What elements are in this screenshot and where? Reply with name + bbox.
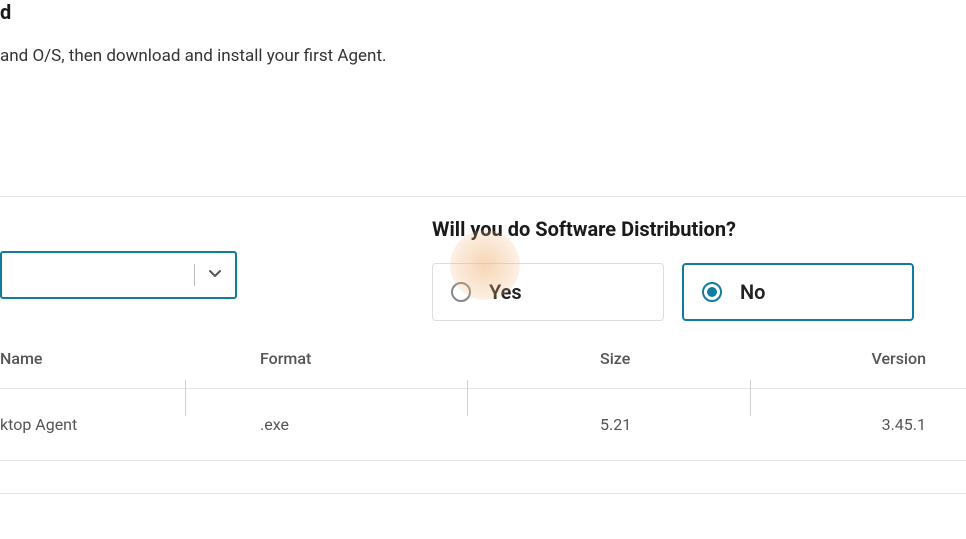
table-cell-divider [185,380,186,416]
table-cell-divider [750,380,751,416]
chevron-down-icon [207,265,223,285]
page-subtitle: and O/S, then download and install your … [0,46,966,66]
select-separator [194,264,195,286]
radio-circle-icon [451,282,471,302]
cell-name: ktop Agent [0,415,260,434]
page-title-fragment: d [0,0,966,24]
table-row[interactable]: ktop Agent .exe 5.21 3.45.1 [0,389,966,460]
radio-option-yes[interactable]: Yes [432,263,664,321]
table-bottom-border [0,460,966,494]
radio-option-no[interactable]: No [682,263,914,321]
cell-format: .exe [260,415,520,434]
column-header-size: Size [520,349,780,368]
cell-version: 3.45.1 [780,415,966,434]
radio-label-yes: Yes [489,280,522,304]
cell-size: 5.21 [520,415,780,434]
radio-circle-icon [702,282,722,302]
software-distribution-question: Will you do Software Distribution? [432,217,914,241]
os-select-dropdown[interactable] [0,251,237,299]
table-header-row: Name Format Size Version [0,321,966,388]
radio-label-no: No [740,280,765,304]
column-header-format: Format [260,349,520,368]
column-header-version: Version [780,349,966,368]
column-header-name: Name [0,349,260,368]
table-cell-divider [467,380,468,416]
